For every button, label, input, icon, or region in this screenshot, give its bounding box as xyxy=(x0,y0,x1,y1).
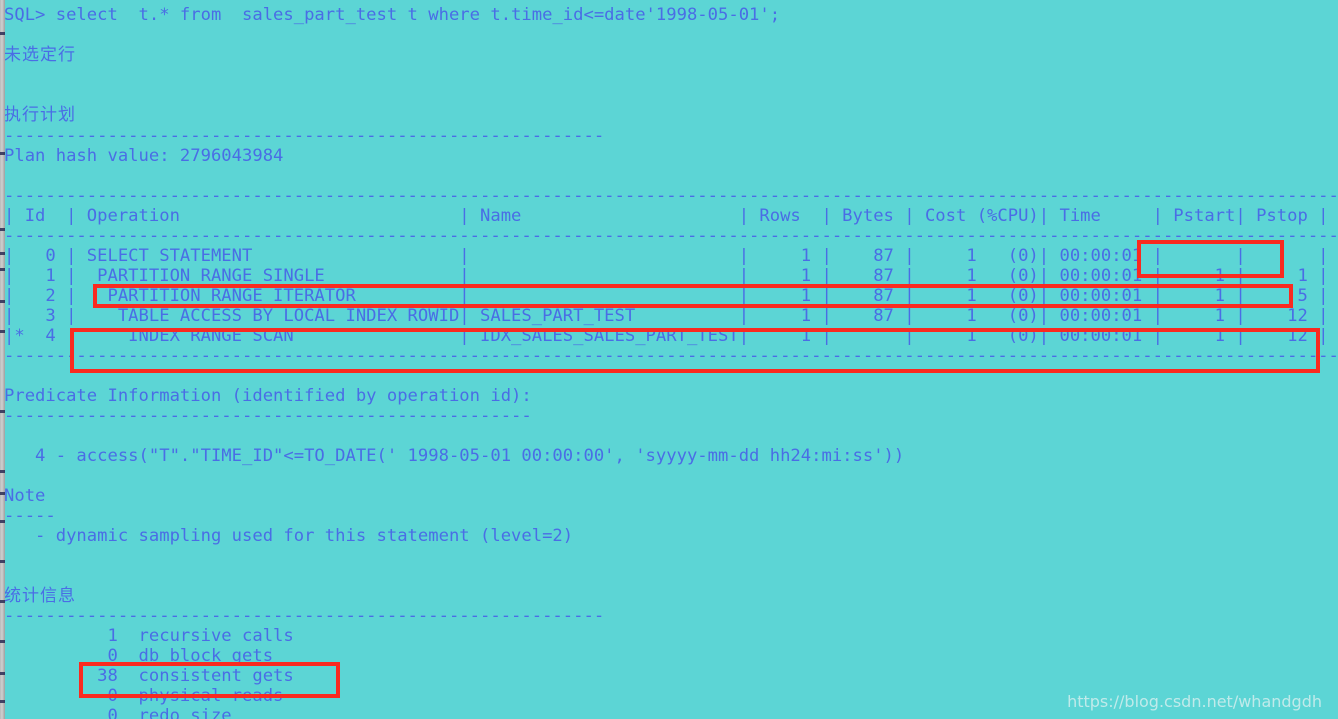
rail-tick-mark xyxy=(0,300,5,303)
terminal-line: 统计信息 xyxy=(4,586,76,606)
sqlplus-terminal-window: SQL> select t.* from sales_part_test t w… xyxy=(0,0,1338,719)
highlight-index-range-scan xyxy=(70,328,1320,373)
rail-tick-mark xyxy=(0,640,5,643)
terminal-line: 0 redo size xyxy=(4,706,232,719)
highlight-consistent-gets xyxy=(79,662,340,698)
rail-tick-mark xyxy=(0,268,5,271)
rail-tick-mark xyxy=(0,410,5,413)
terminal-line: Plan hash value: 2796043984 xyxy=(4,146,284,166)
terminal-line: ----------------------------------------… xyxy=(4,606,605,626)
terminal-line: 未选定行 xyxy=(4,45,76,65)
highlight-pstart-pstop-row0 xyxy=(1137,240,1284,278)
window-left-rail[interactable] xyxy=(0,0,5,719)
rail-tick-mark xyxy=(0,152,5,155)
terminal-line: ----------------------------------------… xyxy=(4,126,605,146)
terminal-line: ----------------------------------------… xyxy=(4,186,1338,206)
rail-tick-mark xyxy=(0,32,5,35)
terminal-line: 4 - access("T"."TIME_ID"<=TO_DATE(' 1998… xyxy=(4,446,905,466)
terminal-line: ----------------------------------------… xyxy=(4,406,532,426)
terminal-line: 1 recursive calls xyxy=(4,626,294,646)
rail-tick-mark xyxy=(0,700,5,703)
rail-tick-mark xyxy=(0,228,5,231)
rail-tick-mark xyxy=(0,560,5,563)
terminal-line: SQL> select t.* from sales_part_test t w… xyxy=(4,5,781,25)
highlight-partition-range-iterator-left xyxy=(93,284,1293,308)
terminal-line: 执行计划 xyxy=(4,105,76,125)
terminal-line: ----- xyxy=(4,506,56,526)
terminal-line: - dynamic sampling used for this stateme… xyxy=(4,526,574,546)
terminal-line: Note xyxy=(4,486,46,506)
rail-tick-mark xyxy=(0,492,5,495)
rail-tick-mark xyxy=(0,330,5,333)
terminal-line: | 0 | SELECT STATEMENT | | 1 | 87 | 1 (0… xyxy=(4,246,1329,266)
rail-tick-mark xyxy=(0,520,5,523)
terminal-line: | Id | Operation | Name | Rows | Bytes |… xyxy=(4,206,1329,226)
terminal-line: | 3 | TABLE ACCESS BY LOCAL INDEX ROWID|… xyxy=(4,306,1329,326)
rail-tick-mark xyxy=(0,600,5,603)
rail-tick-mark xyxy=(0,470,5,473)
rail-tick-mark xyxy=(0,672,5,675)
terminal-line: | 1 | PARTITION RANGE SINGLE | | 1 | 87 … xyxy=(4,266,1329,286)
watermark-text: https://blog.csdn.net/whandgdh xyxy=(1067,692,1322,711)
rail-tick-mark xyxy=(0,252,5,255)
terminal-line: Predicate Information (identified by ope… xyxy=(4,386,532,406)
